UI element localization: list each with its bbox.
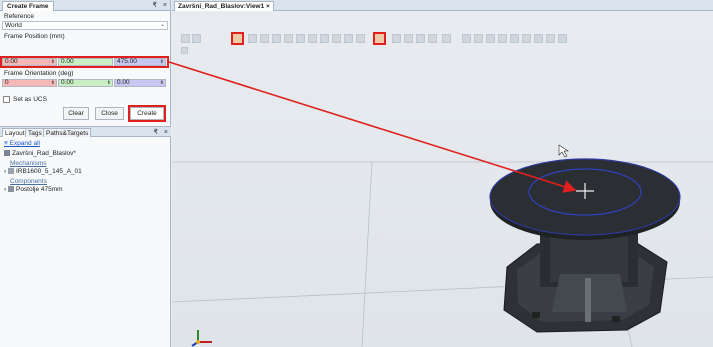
spinner-icon[interactable]: ⬍ — [107, 80, 111, 86]
part-icon — [7, 186, 14, 192]
orientation-y-input[interactable]: 0.00 ⬍ — [58, 79, 113, 87]
expand-all-link[interactable]: ≡ Expand all — [4, 140, 40, 147]
create-frame-tab[interactable]: Create Frame — [2, 1, 54, 11]
frame-orientation-label: Frame Orientation (deg) — [4, 70, 74, 77]
reference-label: Reference — [4, 13, 34, 20]
tree-mechanism[interactable]: › IRB1600_5_145_A_01 — [4, 168, 82, 175]
station-icon — [4, 150, 10, 156]
pin-icon[interactable]: ₹ — [152, 2, 156, 9]
component-label: Postolje 475mm — [15, 186, 63, 193]
mechanism-label: IRB1600_5_145_A_01 — [15, 168, 82, 175]
clear-button[interactable]: Clear — [63, 107, 89, 120]
components-header: Components — [10, 178, 47, 185]
close-button[interactable]: Close — [95, 107, 124, 120]
tab-tags[interactable]: Tags — [25, 128, 45, 137]
tree-component[interactable]: › Postolje 475mm — [4, 186, 63, 193]
layout-controls: ₹ × — [149, 128, 168, 136]
document-tabs: Završni_Rad_Blaslov:View1 × — [172, 0, 713, 11]
document-tab-label: Završni_Rad_Blaslov:View1 — [178, 3, 265, 10]
tab-paths-targets[interactable]: Paths&Targets — [43, 128, 92, 137]
orientation-z-value: 0.00 — [117, 79, 130, 86]
chevron-down-icon: ⌄ — [159, 22, 165, 28]
create-frame-controls: ₹ × — [148, 1, 167, 9]
spinner-icon[interactable]: ⬍ — [51, 80, 55, 86]
tab-layout[interactable]: Layout — [2, 128, 28, 137]
3d-viewport[interactable] — [172, 12, 713, 347]
create-highlight — [128, 105, 166, 122]
set-ucs-label: Set as UCS — [13, 96, 47, 103]
close-icon[interactable]: × — [164, 129, 168, 136]
expand-all-label: Expand all — [9, 140, 40, 147]
mechanisms-header: Mechanisms — [10, 160, 47, 167]
orientation-y-value: 0.00 — [61, 79, 74, 86]
left-panel: Create Frame ₹ × Reference World ⌄ Frame… — [0, 0, 171, 347]
coordinate-axis-icon — [191, 330, 212, 347]
orientation-x-value: 0 — [5, 79, 9, 86]
station-label: Završni_Rad_Blaslov* — [12, 150, 76, 157]
close-icon[interactable]: × — [163, 2, 167, 9]
cursor-icon — [558, 144, 569, 158]
close-icon[interactable]: × — [266, 3, 270, 10]
scene-canvas — [172, 144, 713, 347]
create-frame-header: Create Frame ₹ × — [0, 0, 170, 11]
robot-icon — [7, 168, 14, 174]
layout-header: Layout Tags Paths&Targets ₹ × — [0, 126, 171, 137]
tree-station[interactable]: Završni_Rad_Blaslov* — [4, 150, 76, 157]
frame-position-label: Frame Position (mm) — [4, 33, 65, 40]
reference-value: World — [5, 22, 22, 29]
reference-select[interactable]: World ⌄ — [2, 21, 168, 30]
document-tab-view1[interactable]: Završni_Rad_Blaslov:View1 × — [174, 1, 274, 11]
set-ucs-checkbox[interactable] — [3, 96, 10, 103]
pin-icon[interactable]: ₹ — [153, 129, 157, 136]
spinner-icon[interactable]: ⬍ — [160, 80, 164, 86]
orientation-x-input[interactable]: 0 ⬍ — [2, 79, 57, 87]
position-highlight — [0, 56, 169, 68]
orientation-z-input[interactable]: 0.00 ⬍ — [114, 79, 166, 87]
